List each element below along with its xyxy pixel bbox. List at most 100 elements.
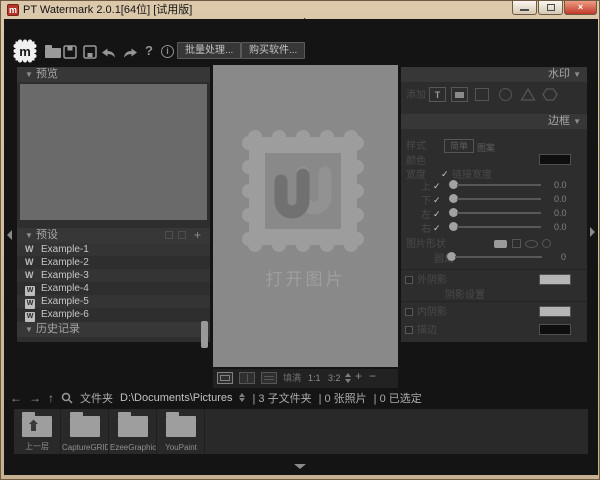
shape-square-icon[interactable] — [512, 239, 521, 248]
left-panel: ▼ 预览 ▼ 预设 + WExample-1 WExample-2 — [17, 67, 210, 342]
list-item[interactable]: YouPaint — [158, 409, 205, 454]
image-watermark-icon[interactable] — [451, 87, 468, 102]
history-header-label: 历史记录 — [36, 323, 80, 335]
list-item[interactable]: WExample-6 — [17, 308, 210, 321]
zoom-out-button[interactable]: − — [369, 370, 376, 382]
undo-icon[interactable] — [100, 47, 117, 59]
slider-right-track[interactable] — [457, 226, 541, 228]
chevron-down-icon: ▼ — [25, 70, 33, 79]
list-item[interactable]: EzeeGraphicD... — [110, 409, 157, 454]
close-button[interactable]: × — [564, 1, 597, 15]
link-width-checkbox[interactable]: ✓ — [441, 169, 449, 180]
folder-path[interactable]: D:\Documents\Pictures — [120, 392, 232, 404]
square-shape-icon[interactable] — [475, 88, 489, 101]
ratio-spinner-icon[interactable] — [345, 373, 351, 383]
preview-box — [20, 84, 207, 220]
list-item[interactable]: WExample-4 — [17, 282, 210, 295]
collapse-right-panel-icon[interactable] — [590, 227, 595, 237]
add-preset-button[interactable]: + — [194, 229, 201, 241]
list-item[interactable]: 上一层 — [14, 409, 61, 454]
view-split-icon[interactable] — [239, 372, 255, 384]
slider-bottom-track[interactable] — [457, 198, 541, 200]
outer-shadow-checkbox[interactable] — [405, 276, 413, 284]
save-as-icon[interactable] — [83, 45, 97, 59]
outer-shadow-swatch[interactable] — [539, 274, 571, 285]
actual-size-button[interactable]: 1:1 — [308, 372, 321, 384]
chevron-down-icon: ▼ — [25, 325, 33, 334]
stroke-swatch[interactable] — [539, 324, 571, 335]
forward-icon[interactable]: → — [29, 392, 41, 404]
folder-name: YouPaint — [158, 443, 204, 452]
slider-left-track[interactable] — [457, 212, 541, 214]
ratio-select[interactable]: 3:2 — [328, 372, 341, 384]
preset-delete-icon[interactable] — [178, 231, 186, 239]
outer-shadow-label: 外阴影 — [417, 275, 447, 286]
stroke-checkbox[interactable] — [405, 326, 413, 334]
list-item[interactable]: WExample-3 — [17, 269, 210, 282]
inner-shadow-swatch[interactable] — [539, 306, 571, 317]
collapse-left-panel-icon[interactable] — [7, 230, 12, 240]
watermark-section-header[interactable]: 水印 ▼ — [401, 67, 587, 82]
view-single-icon[interactable] — [217, 372, 233, 384]
list-item[interactable]: WExample-2 — [17, 256, 210, 269]
history-section-header[interactable]: ▼ 历史记录 — [17, 322, 210, 337]
watermark-image-icon: W — [25, 312, 35, 322]
preset-list: WExample-1 WExample-2 WExample-3 WExampl… — [17, 243, 210, 321]
back-icon[interactable]: ← — [10, 392, 22, 404]
right-panel: 水印 ▼ 添加 T 边框 ▼ 样式 简单 图案 颜色 — [401, 67, 587, 342]
slider-right-checkbox[interactable]: ✓ — [433, 223, 441, 234]
inner-shadow-checkbox[interactable] — [405, 308, 413, 316]
maximize-button[interactable] — [538, 1, 563, 15]
collapse-bottom-panel-icon[interactable] — [294, 464, 306, 469]
list-item[interactable]: CaptureGRID 4 — [62, 409, 109, 454]
slider-bottom-checkbox[interactable]: ✓ — [433, 195, 441, 206]
list-item[interactable]: WExample-1 — [17, 243, 210, 256]
preset-save-icon[interactable] — [165, 231, 173, 239]
presets-section-header[interactable]: ▼ 预设 + — [17, 228, 210, 243]
border-header-label: 边框 — [548, 115, 570, 127]
watermark-stamp-logo-icon — [239, 127, 367, 255]
folder-icon — [166, 416, 196, 437]
help-button[interactable]: ? — [145, 43, 153, 58]
border-color-swatch[interactable] — [539, 154, 571, 165]
batch-process-button[interactable]: 批量处理... — [177, 42, 241, 59]
preview-section-header[interactable]: ▼ 预览 — [17, 67, 210, 82]
style-simple-button[interactable]: 简单 — [444, 139, 474, 153]
link-width-label: 链接宽度 — [452, 170, 492, 181]
circle-shape-icon[interactable] — [499, 88, 512, 101]
style-pattern-button[interactable]: 图案 — [477, 141, 495, 154]
slider-right-value: 0.0 — [554, 222, 567, 232]
text-watermark-icon[interactable]: T — [429, 87, 446, 102]
preset-label: Example-5 — [41, 296, 89, 307]
image-shape-label: 图片形状 — [406, 239, 446, 250]
up-level-icon[interactable]: ↑ — [48, 392, 54, 404]
open-folder-icon[interactable] — [45, 48, 61, 58]
slider-left-checkbox[interactable]: ✓ — [433, 209, 441, 220]
shape-circle-icon[interactable] — [542, 239, 551, 248]
fit-button[interactable]: 填满 — [283, 372, 301, 384]
minimize-button[interactable] — [512, 1, 537, 15]
scrollbar-thumb[interactable] — [201, 321, 208, 348]
title-bar[interactable]: m PT Watermark 2.0.1[64位] [试用版] × — [1, 1, 600, 19]
corner-slider-track[interactable] — [455, 256, 542, 258]
shape-filled-rect-icon[interactable] — [494, 240, 507, 248]
slider-top-checkbox[interactable]: ✓ — [433, 181, 441, 192]
buy-software-button[interactable]: 购买软件... — [241, 42, 305, 59]
info-button[interactable]: i — [161, 45, 174, 58]
list-item[interactable]: WExample-5 — [17, 295, 210, 308]
open-image-placeholder[interactable]: 打开图片 — [213, 265, 398, 290]
triangle-shape-icon[interactable] — [520, 87, 536, 102]
search-icon[interactable] — [61, 392, 73, 404]
path-spinner-icon[interactable] — [239, 393, 245, 402]
view-list-icon[interactable] — [261, 372, 277, 384]
shape-ellipse-icon[interactable] — [525, 240, 538, 248]
image-canvas[interactable]: 打开图片 — [213, 65, 398, 367]
hexagon-shape-icon[interactable] — [542, 87, 558, 102]
border-section-header[interactable]: 边框 ▼ — [401, 114, 587, 129]
redo-icon[interactable] — [122, 47, 139, 59]
zoom-in-button[interactable]: + — [355, 370, 362, 382]
app-window: m PT Watermark 2.0.1[64位] [试用版] × m — [0, 0, 600, 480]
slider-bottom-label: 下 — [421, 196, 431, 207]
save-icon[interactable] — [63, 45, 77, 59]
slider-top-track[interactable] — [457, 184, 541, 186]
